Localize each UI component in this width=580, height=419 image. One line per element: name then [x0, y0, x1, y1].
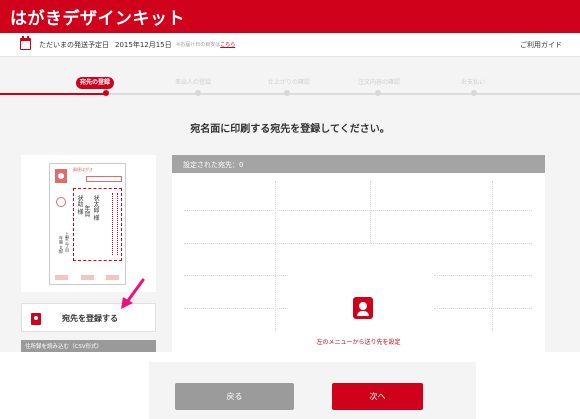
- sender-zip-box: [81, 275, 94, 280]
- delivery-note-text: ※お届け日の目安は: [176, 42, 221, 48]
- step-order-confirm: 注文内容の確認: [358, 79, 401, 86]
- grid-line: [184, 243, 532, 244]
- next-button[interactable]: 次へ: [332, 383, 423, 410]
- progress-steps: 宛先の登録 差出人の登録 仕上がりの確認 注文内容の確認 お支払い: [0, 57, 580, 99]
- pointer-arrow-icon: [121, 278, 145, 309]
- sender-line: 上野三丁目: [65, 232, 70, 252]
- address-book-icon: [31, 313, 41, 325]
- step-dot-3: [284, 90, 290, 96]
- step-dot-2: [195, 90, 201, 96]
- address-line: [117, 193, 118, 255]
- calendar-icon: [20, 36, 31, 50]
- step-register-address: 宛先の登録: [76, 77, 115, 89]
- stamp-icon: [55, 169, 67, 183]
- grid-line: [492, 181, 493, 331]
- recipient-line: 状太郎 様: [92, 195, 99, 221]
- empty-list-message: 左のメニューから送り先を設定: [316, 339, 401, 346]
- address-list-panel: 設定された宛先：0 左のメニューから送り先を設定: [172, 155, 545, 352]
- grid-line: [370, 181, 371, 243]
- brand-logo[interactable]: はがきデザインキット: [10, 4, 185, 29]
- grid-line: [275, 181, 276, 331]
- app-header: はがきデザインキット: [0, 0, 580, 33]
- step-dot-1: [103, 90, 109, 96]
- back-button[interactable]: 戻る: [175, 383, 294, 410]
- grid-line: [184, 210, 532, 211]
- postcard-thumbnail: 郵便はがき 年賀 状太郎 様 状助 様 上野三丁目 年賀 太郎: [49, 163, 126, 285]
- step-dot-5: [471, 90, 477, 96]
- address-list-header: 設定された宛先：0: [172, 155, 545, 173]
- csv-import-button[interactable]: 住所録を読み込む（CSV形式）: [21, 340, 156, 352]
- sender-line: 年賀 太郎: [59, 236, 64, 254]
- sender-zip-box: [55, 275, 68, 280]
- recipient-zip-box: [86, 176, 122, 182]
- recipient-address-box: 年賀 状太郎 様 状助 様: [73, 188, 122, 261]
- shipping-info-bar: ただいまの発送予定日 2015年12月15日 ※お届け日の目安はこちら ご利用ガ…: [0, 33, 580, 57]
- grid-line: [434, 308, 532, 309]
- user-guide-link[interactable]: ご利用ガイド: [520, 40, 562, 50]
- postcard-preview: 郵便はがき 年賀 状太郎 様 状助 様 上野三丁目 年賀 太郎: [21, 155, 156, 292]
- delivery-note-link[interactable]: こちら: [220, 42, 235, 48]
- address-line: [112, 193, 113, 255]
- address-book-icon: [353, 297, 373, 319]
- step-dot-4: [375, 90, 381, 96]
- step-preview: 仕上がりの確認: [268, 79, 311, 86]
- page-title: 宛名面に印刷する宛先を登録してください。: [190, 124, 390, 135]
- ship-date-value: 2015年12月15日: [115, 41, 172, 49]
- postcard-title: 郵便はがき: [73, 167, 93, 172]
- grid-line: [184, 308, 288, 309]
- delivery-note: ※お届け日の目安はこちら: [176, 41, 235, 48]
- postmark-icon: [56, 197, 66, 207]
- register-address-label: 宛先を登録する: [62, 314, 118, 323]
- progress-line-done: [0, 93, 106, 95]
- grid-line: [434, 275, 532, 276]
- csv-import-label: 住所録を読み込む（CSV形式）: [25, 344, 103, 350]
- ship-date-label: ただいまの発送予定日: [39, 41, 109, 49]
- recipient-line: 状助 様: [76, 195, 83, 215]
- progress-line-todo: [106, 93, 580, 95]
- step-sender: 差出人の登録: [175, 79, 212, 86]
- grid-line: [184, 275, 288, 276]
- address-count: 設定された宛先：0: [183, 161, 244, 169]
- step-payment: お支払い: [461, 79, 486, 86]
